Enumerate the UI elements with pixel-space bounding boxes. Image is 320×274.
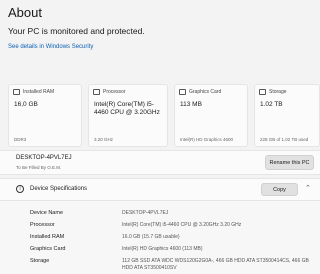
security-details-link[interactable]: See details in Windows Security [8,44,93,50]
card-storage-header: Storage [259,89,287,95]
info-icon: i [16,185,24,193]
spec-value: 16.0 GB (15.7 GB usable) [122,234,180,240]
spec-value: 112 GB SSD ATA WDC WDS120G2G0A-, 466 GB … [122,258,309,271]
card-graphics-sub: Intel(R) HD Graphics 4600 [180,137,234,142]
graphics-card-icon [179,89,186,95]
card-processor-sub: 3.20 GHz [94,137,114,142]
device-specifications-body: Device Name DESKTOP-4PVL7EJ Processor In… [0,200,320,274]
card-storage-label: Storage [269,89,287,95]
card-processor-value: Intel(R) Core(TM) i5-4460 CPU @ 3.20GHz [94,101,160,116]
card-storage: Storage 1.02 TB 228 GB of 1.02 TB used [254,84,320,147]
card-ram-value: 16,0 GB [14,101,38,108]
chevron-up-icon[interactable]: ⌃ [305,184,311,192]
card-processor: Processor Intel(R) Core(TM) i5-4460 CPU … [88,84,168,147]
protection-status: Your PC is monitored and protected. [8,26,145,36]
card-graphics-value: 113 MB [180,101,202,108]
device-owner: To Be Filled By O.E.M. [16,165,62,170]
storage-icon [259,89,266,95]
card-graphics-header: Graphics Card [179,89,221,95]
page-title: About [8,5,42,20]
card-storage-value: 1.02 TB [260,101,283,108]
memory-icon [13,89,20,95]
card-ram: Installed RAM 16,0 GB DDR3 [8,84,82,147]
rename-pc-button[interactable]: Rename this PC [265,155,314,170]
spec-key: Processor [30,222,55,228]
card-ram-label: Installed RAM [23,89,55,95]
processor-icon [93,89,100,95]
spec-key: Device Name [30,210,64,216]
hardware-cards: Installed RAM 16,0 GB DDR3 Processor Int… [8,84,320,147]
spec-key: Graphics Card [30,246,66,252]
device-name: DESKTOP-4PVL7EJ [16,155,72,161]
spec-value: Intel(R) Core(TM) i5-4460 CPU @ 3.20GHz … [122,222,242,228]
card-ram-sub: DDR3 [14,137,27,142]
card-graphics-label: Graphics Card [189,89,222,95]
card-processor-header: Processor [93,89,126,95]
card-ram-header: Installed RAM [13,89,54,95]
copy-button[interactable]: Copy [261,183,298,196]
device-specifications-header[interactable]: i Device Specifications Copy ⌃ [0,178,320,200]
card-graphics: Graphics Card 113 MB Intel(R) HD Graphic… [174,84,248,147]
device-specifications-title: Device Specifications [30,186,88,192]
spec-value: DESKTOP-4PVL7EJ [122,210,169,216]
spec-key: Storage [30,258,50,264]
card-storage-sub: 228 GB of 1.02 TB used [260,137,309,142]
spec-key: Installed RAM [30,234,65,240]
card-processor-label: Processor [103,89,126,95]
spec-value: Intel(R) HD Graphics 4600 (113 MB) [122,246,203,252]
device-name-section: DESKTOP-4PVL7EJ To Be Filled By O.E.M. R… [0,150,320,175]
